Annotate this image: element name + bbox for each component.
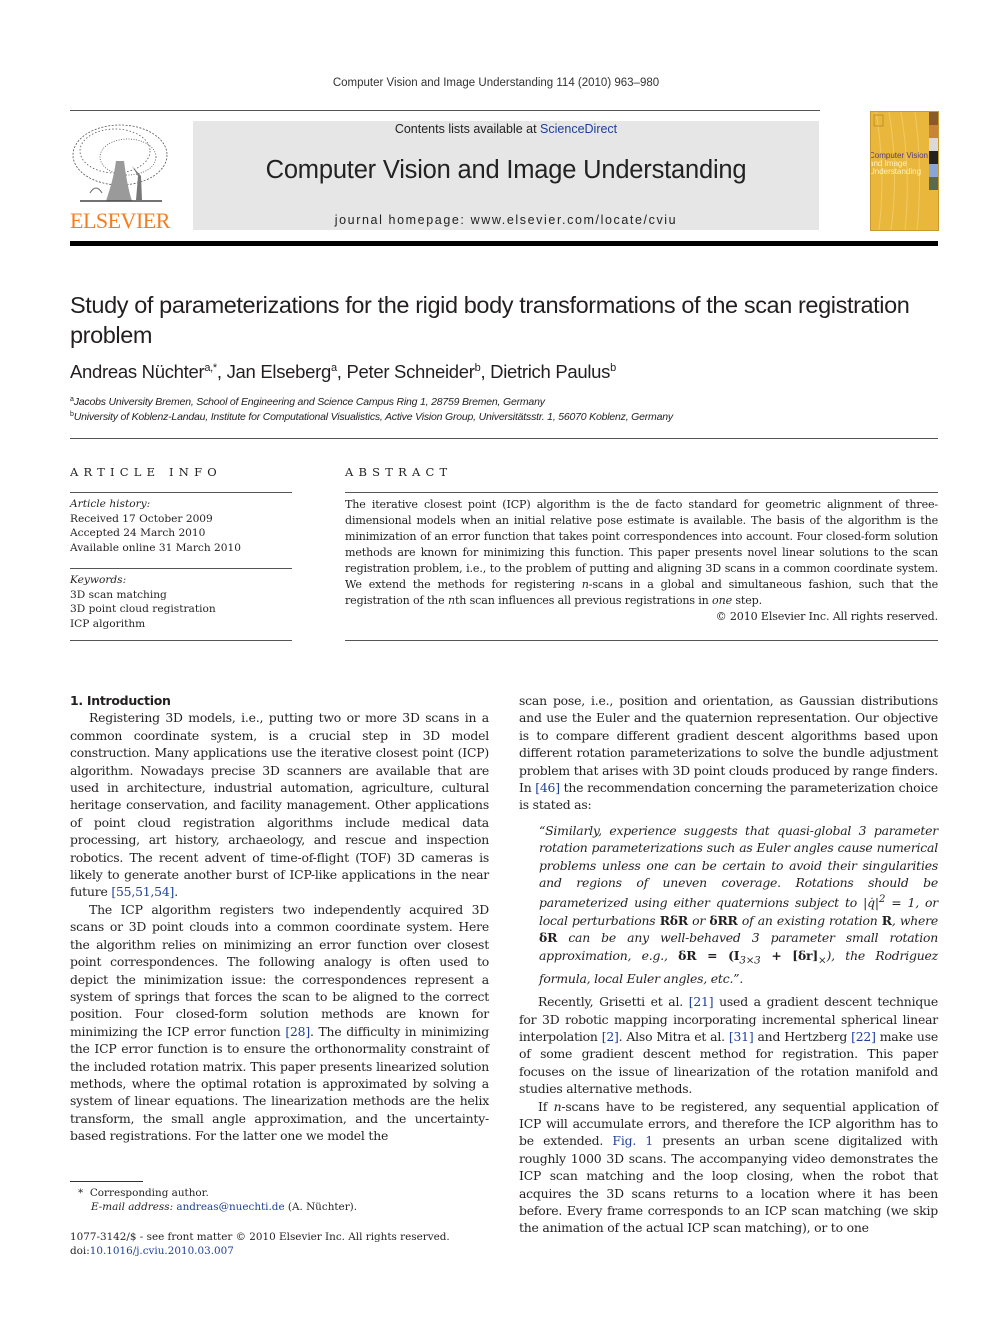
article-info-rule <box>70 568 292 569</box>
footnote-corresponding: * Corresponding author. <box>78 1186 508 1201</box>
author-affiliation-mark: b <box>474 362 481 374</box>
author-name[interactable]: Jan Elseberg <box>227 361 332 382</box>
citation-link[interactable]: [28] <box>285 1024 310 1039</box>
author-affiliation-mark: a,* <box>204 362 217 374</box>
email-label: E-mail address: <box>91 1201 174 1213</box>
keyword-item: 3D point cloud registration <box>70 603 216 615</box>
journal-homepage[interactable]: journal homepage: www.elsevier.com/locat… <box>193 213 819 227</box>
abstract-rule <box>345 640 938 641</box>
section-heading: 1. Introduction <box>70 693 171 708</box>
abstract-rule <box>345 492 938 493</box>
elsevier-logo-text: ELSEVIER <box>70 208 170 233</box>
keywords: Keywords: 3D scan matching 3D point clou… <box>70 573 292 631</box>
doi-line: doi:10.1016/j.cviu.2010.03.007 <box>70 1244 500 1259</box>
citation-link[interactable]: [22] <box>851 1029 876 1044</box>
affiliation-rule <box>70 438 938 439</box>
affiliation-text: University of Koblenz-Landau, Institute … <box>73 411 673 423</box>
elsevier-tree-logo-icon <box>70 121 170 207</box>
contents-prefix: Contents lists available at <box>394 122 541 136</box>
contents-line: Contents lists available at ScienceDirec… <box>193 122 819 136</box>
author-affiliation-mark: a <box>330 362 337 374</box>
author-affiliation-mark: b <box>610 362 616 374</box>
email-link[interactable]: andreas@nuechti.de <box>176 1201 284 1213</box>
cover-image-strip <box>929 112 938 230</box>
cover-title-line3: Understanding <box>870 167 922 176</box>
article-history: Article history: Received 17 October 200… <box>70 497 292 555</box>
footnote-text: Corresponding author. <box>89 1187 209 1199</box>
history-accepted: Accepted 24 March 2010 <box>70 527 206 539</box>
keyword-item: ICP algorithm <box>70 617 146 630</box>
abstract-heading: ABSTRACT <box>345 465 453 479</box>
running-head: Computer Vision and Image Understanding … <box>332 77 660 89</box>
citation-link[interactable]: [55,51,54] <box>111 884 174 899</box>
history-online: Available online 31 March 2010 <box>70 541 242 554</box>
figure-link[interactable]: Fig. 1 <box>612 1133 653 1148</box>
affiliation-text: Jacobs University Bremen, School of Engi… <box>73 396 545 408</box>
citation-link[interactable]: [46] <box>535 780 560 795</box>
history-received: Received 17 October 2009 <box>70 512 213 525</box>
affiliation-a: aJacobs University Bremen, School of Eng… <box>70 396 930 408</box>
paragraph: Registering 3D models, i.e., putting two… <box>70 710 489 900</box>
citation-link[interactable]: [2] <box>602 1029 619 1044</box>
issn-line: 1077-3142/$ - see front matter © 2010 El… <box>70 1231 450 1243</box>
block-quote: “Similarly, experience suggests that qua… <box>539 822 939 986</box>
abstract-body: The iterative closest point (ICP) algori… <box>345 498 938 607</box>
journal-cover-image: Computer Vision and Image Understanding <box>870 111 939 231</box>
abstract-text: The iterative closest point (ICP) algori… <box>345 497 938 625</box>
author-name[interactable]: Peter Schneider <box>346 361 474 382</box>
body-column-right: scan pose, i.e., position and orientatio… <box>519 692 938 1237</box>
author-list: Andreas Nüchtera,*, Jan Elseberga, Peter… <box>70 361 616 382</box>
article-info-rule <box>70 640 292 641</box>
paragraph: Recently, Grisetti et al. [21] used a gr… <box>519 994 938 1097</box>
doi-link[interactable]: 10.1016/j.cviu.2010.03.007 <box>90 1245 234 1257</box>
article-info-rule <box>70 492 292 493</box>
sciencedirect-link[interactable]: ScienceDirect <box>540 122 617 136</box>
paragraph: If n-scans have to be registered, any se… <box>519 1098 938 1236</box>
keyword-item: 3D scan matching <box>70 588 167 601</box>
author-name[interactable]: Andreas Nüchter <box>70 361 205 382</box>
article-title: Study of parameterizations for the rigid… <box>70 292 910 348</box>
citation-link[interactable]: [31] <box>729 1029 754 1044</box>
article-info-heading: ARTICLE INFO <box>70 465 222 479</box>
author-name[interactable]: Dietrich Paulus <box>490 361 610 382</box>
cover-title: Computer Vision and Image Understanding <box>870 152 928 176</box>
journal-banner: Contents lists available at ScienceDirec… <box>193 121 819 230</box>
article-history-label: Article history: <box>70 498 151 510</box>
paragraph: The ICP algorithm registers two independ… <box>70 901 489 1144</box>
header-thick-rule <box>70 241 938 246</box>
header-rule <box>70 110 820 111</box>
footnote-star: * <box>78 1187 84 1199</box>
paragraph: scan pose, i.e., position and orientatio… <box>519 693 938 813</box>
abstract-copyright: © 2010 Elsevier Inc. All rights reserved… <box>715 610 939 623</box>
citation-link[interactable]: [21] <box>689 994 714 1009</box>
footnote-rule <box>70 1181 143 1182</box>
doi-label: doi: <box>70 1245 90 1257</box>
keywords-label: Keywords: <box>70 574 127 586</box>
body-column-left: 1. Introduction Registering 3D models, i… <box>70 692 489 1145</box>
journal-title: Computer Vision and Image Understanding <box>265 156 747 184</box>
footnote-email: E-mail address: andreas@nuechti.de (A. N… <box>91 1201 358 1213</box>
affiliation-b: bUniversity of Koblenz-Landau, Institute… <box>70 411 930 423</box>
